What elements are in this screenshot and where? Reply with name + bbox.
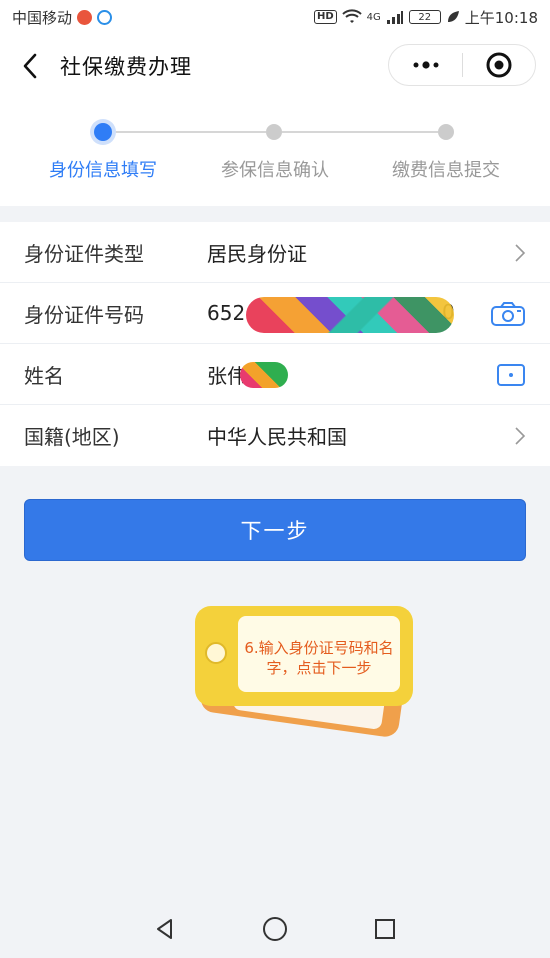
circle-home-icon — [263, 917, 287, 941]
step-label-3: 缴费信息提交 — [392, 160, 500, 181]
nationality-action — [514, 405, 526, 466]
next-step-button[interactable]: 下一步 — [24, 499, 526, 561]
scan-id-button[interactable] — [490, 283, 526, 344]
id-number-label: 身份证件号码 — [24, 302, 144, 327]
redaction-mosaic — [246, 297, 454, 333]
close-miniprogram-button[interactable] — [463, 45, 535, 85]
carrier-text: 中国移动 — [12, 8, 73, 27]
network-type: 4G — [366, 11, 381, 23]
step-dot-2 — [266, 124, 282, 140]
system-navigation-bar — [0, 900, 550, 958]
progress-stepper: 身份信息填写 参保信息确认 缴费信息提交 — [0, 98, 550, 206]
name-label: 姓名 — [24, 363, 64, 388]
chevron-left-icon — [23, 53, 37, 79]
name-row[interactable]: 姓名 张伟 — [0, 344, 550, 405]
battery-level: 22 — [418, 11, 432, 23]
id-type-label: 身份证件类型 — [24, 241, 144, 266]
system-home-button[interactable] — [255, 909, 295, 949]
triangle-back-icon — [157, 919, 172, 939]
step-dot-1 — [94, 123, 112, 141]
system-back-button[interactable] — [145, 909, 185, 949]
square-recents-icon — [375, 919, 395, 939]
nav-bar: 社保缴费办理 — [0, 34, 550, 98]
id-type-value: 居民身份证 — [207, 241, 307, 266]
more-dots-icon — [413, 61, 438, 69]
page-title: 社保缴费办理 — [60, 55, 192, 79]
leaf-icon — [447, 11, 459, 22]
notification-app-icon-2 — [97, 9, 113, 25]
step-connector — [282, 131, 438, 133]
camera-icon — [491, 301, 525, 326]
step-dot-3 — [438, 124, 454, 140]
hd-icon: HD — [313, 10, 337, 24]
identity-form: 身份证件类型 居民身份证 身份证件号码 652 0 姓名 张伟 — [0, 222, 550, 466]
miniprogram-capsule — [388, 44, 536, 86]
annotation-text: 6.输入身份证号码和名字，点击下一步 — [238, 616, 400, 692]
chevron-right-icon — [515, 243, 526, 262]
more-button[interactable] — [389, 45, 462, 85]
redaction-mosaic-name — [240, 362, 288, 388]
nationality-label: 国籍(地区) — [24, 425, 120, 449]
id-number-prefix[interactable]: 652 — [207, 301, 245, 325]
wifi-icon — [341, 9, 362, 23]
id-type-row[interactable]: 身份证件类型 居民身份证 — [0, 222, 550, 283]
notification-app-icon — [77, 9, 93, 25]
id-type-action — [514, 222, 526, 283]
step-label-2: 参保信息确认 — [221, 160, 329, 181]
step-label-1: 身份信息填写 — [49, 160, 157, 181]
status-bar: 中国移动 HD 4G 22 上午10:18 — [0, 0, 550, 34]
signal-icon — [386, 11, 403, 24]
nationality-value: 中华人民共和国 — [207, 425, 347, 449]
chevron-right-icon — [515, 426, 526, 445]
id-number-row[interactable]: 身份证件号码 652 0 — [0, 283, 550, 344]
nationality-row[interactable]: 国籍(地区) 中华人民共和国 — [0, 405, 550, 466]
target-circle-icon — [486, 52, 512, 78]
back-button[interactable] — [0, 34, 60, 98]
annotation-tag-hole — [205, 642, 227, 664]
status-right: HD 4G 22 上午10:18 — [313, 7, 538, 28]
contact-card-icon — [497, 363, 525, 386]
step-connector — [112, 131, 266, 133]
contact-picker-button[interactable] — [496, 344, 526, 405]
battery-icon: 22 — [408, 10, 441, 24]
clock: 上午10:18 — [464, 8, 538, 27]
status-left: 中国移动 — [12, 7, 113, 28]
system-recents-button[interactable] — [365, 909, 405, 949]
